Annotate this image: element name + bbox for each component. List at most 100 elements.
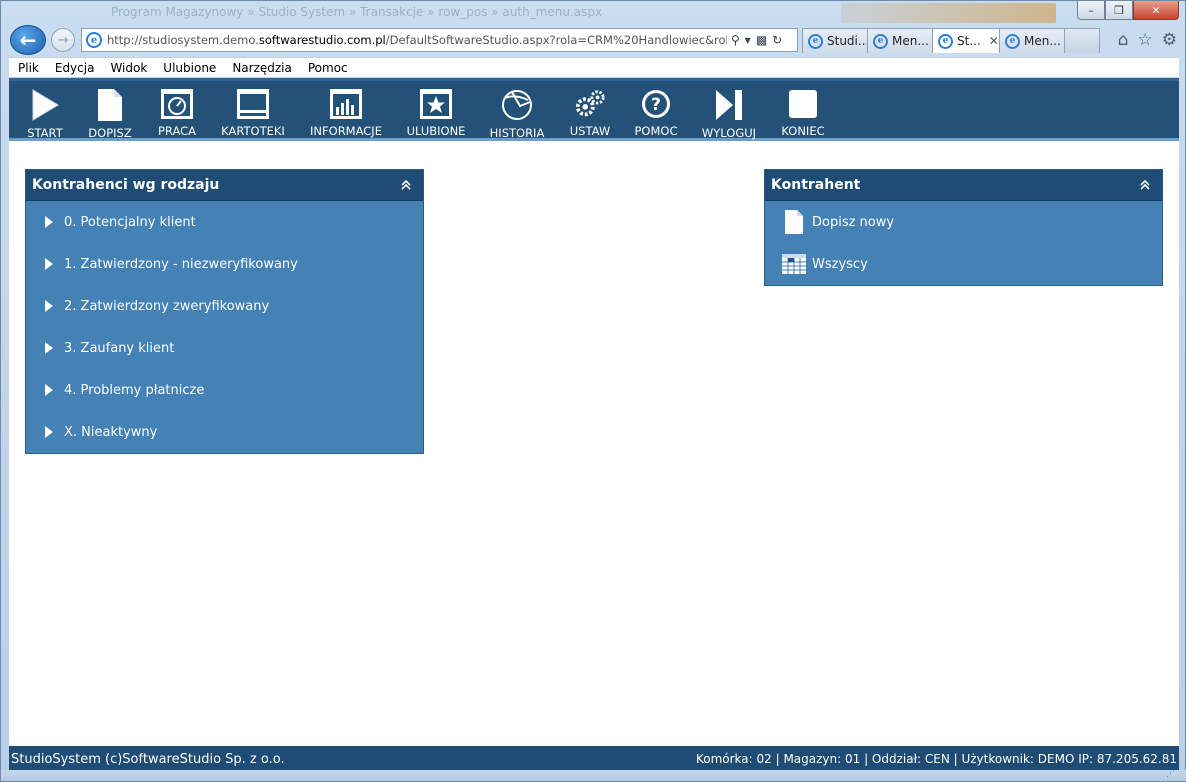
forward-button[interactable]: → (51, 28, 75, 52)
menu-narzedzia[interactable]: Narzędzia (232, 61, 292, 75)
gears-icon (573, 88, 607, 120)
collapse-icon[interactable] (1139, 179, 1151, 191)
informacje-button[interactable]: INFORMACJE (297, 81, 395, 138)
back-button[interactable]: ← (10, 25, 46, 55)
document-icon (93, 88, 127, 122)
dashboard-icon (160, 88, 194, 120)
home-icon[interactable]: ⌂ (1118, 30, 1129, 50)
wszyscy-label: Wszyscy (812, 256, 868, 272)
list-item-label: X. Nieaktywny (64, 424, 158, 440)
close-button[interactable]: ✕ (1133, 1, 1179, 20)
compat-view-icon[interactable]: ▩ (756, 33, 767, 47)
svg-text:?: ? (651, 95, 661, 115)
kontrahent-panel-header[interactable]: Kontrahent (765, 170, 1162, 201)
address-tools: ⚲ ▾ ▩ ↻ (731, 33, 782, 47)
historia-button[interactable]: HISTORIA (477, 81, 557, 140)
title-highlight (841, 3, 1056, 23)
tab-1[interactable]: e Studi... (802, 28, 868, 53)
tab-strip: e Studi... e Men... e St... ✕ e Men... (802, 28, 1100, 53)
refresh-icon[interactable]: ↻ (772, 33, 782, 47)
play-icon (28, 88, 62, 122)
list-item[interactable]: 1. Zatwierdzony - niezweryfikowany (26, 243, 423, 285)
dopisz-nowy-link[interactable]: Dopisz nowy (765, 201, 1162, 243)
historia-label: HISTORIA (489, 126, 545, 140)
ie-icon: e (873, 33, 888, 49)
url-suffix: /DefaultSoftwareStudio.aspx?rola=CRM%20H… (385, 33, 727, 47)
minimize-button[interactable]: – (1077, 1, 1105, 20)
history-icon (500, 88, 534, 122)
pomoc-button[interactable]: ? POMOC (623, 81, 689, 138)
menu-widok[interactable]: Widok (110, 61, 147, 75)
url-domain: softwarestudio.com.pl (258, 33, 386, 47)
ulubione-label: ULUBIONE (406, 124, 466, 138)
kontrahent-panel: Kontrahent Dopisz nowy Wszyscy (764, 169, 1163, 286)
menu-bar: Plik Edycja Widok Ulubione Narzędzia Pom… (9, 57, 1179, 78)
window-controls: – ❐ ✕ (1077, 1, 1179, 20)
browser-icons: ⌂ ☆ ⚙ (1118, 30, 1177, 50)
praca-button[interactable]: PRACA (145, 81, 209, 138)
list-item-label: 4. Problemy płatnicze (64, 382, 205, 398)
ulubione-button[interactable]: ULUBIONE (395, 81, 477, 138)
list-item[interactable]: X. Nieaktywny (26, 411, 423, 453)
menu-ulubione[interactable]: Ulubione (163, 61, 216, 75)
start-label: START (27, 126, 63, 140)
star-icon (419, 88, 453, 120)
wszyscy-link[interactable]: Wszyscy (765, 243, 1162, 285)
status-bar: StudioSystem (c)SoftwareStudio Sp. z o.o… (9, 746, 1179, 772)
url-prefix: http://studiosystem.demo. (107, 33, 259, 47)
tab-2[interactable]: e Men... (867, 28, 933, 53)
search-icon[interactable]: ⚲ (731, 33, 740, 47)
informacje-label: INFORMACJE (310, 124, 382, 138)
koniec-button[interactable]: KONIEC (769, 81, 837, 138)
triangle-right-icon (45, 216, 53, 228)
menu-edycja[interactable]: Edycja (55, 61, 95, 75)
list-item-label: 3. Zaufany klient (64, 340, 175, 356)
dopisz-label: DOPISZ (88, 126, 132, 140)
window-title: Program Magazynowy » Studio System » Tra… (111, 5, 603, 19)
stop-icon (786, 88, 820, 120)
help-icon: ? (639, 88, 673, 120)
window-icon (236, 88, 270, 120)
pomoc-label: POMOC (634, 124, 678, 138)
resize-grip-icon[interactable]: ⋰ (1166, 769, 1175, 779)
new-document-icon (781, 209, 807, 235)
kontrahenci-panel-header[interactable]: Kontrahenci wg rodzaju (26, 170, 423, 201)
start-button[interactable]: START (15, 81, 75, 140)
list-item[interactable]: 2. Zatwierdzony zweryfikowany (26, 285, 423, 327)
main-toolbar: START DOPISZ PRACA KARTOTEKI INFORMACJE … (9, 78, 1179, 141)
ustaw-button[interactable]: USTAW (557, 81, 623, 138)
address-url[interactable]: http://studiosystem.demo.softwarestudio.… (107, 33, 727, 47)
dopisz-button[interactable]: DOPISZ (75, 81, 145, 140)
triangle-right-icon (45, 342, 53, 354)
maximize-button[interactable]: ❐ (1105, 1, 1133, 20)
list-item-label: 1. Zatwierdzony - niezweryfikowany (64, 256, 298, 272)
dropdown-icon[interactable]: ▾ (745, 33, 751, 47)
title-bar: Program Magazynowy » Studio System » Tra… (1, 1, 1185, 23)
wyloguj-button[interactable]: WYLOGUJ (689, 81, 769, 140)
menu-plik[interactable]: Plik (18, 61, 39, 75)
arrow-right-icon: → (57, 32, 69, 48)
page-content: START DOPISZ PRACA KARTOTEKI INFORMACJE … (9, 78, 1179, 772)
koniec-label: KONIEC (781, 124, 825, 138)
list-item[interactable]: 4. Problemy płatnicze (26, 369, 423, 411)
favorites-star-icon[interactable]: ☆ (1138, 30, 1153, 50)
list-item[interactable]: 3. Zaufany klient (26, 327, 423, 369)
collapse-icon[interactable] (400, 179, 412, 191)
list-item[interactable]: 0. Potencjalny klient (26, 201, 423, 243)
skip-icon (712, 88, 746, 122)
new-tab-button[interactable] (1064, 28, 1100, 53)
browser-window: Program Magazynowy » Studio System » Tra… (0, 0, 1186, 782)
tab-close-icon[interactable]: ✕ (989, 34, 999, 48)
kartoteki-button[interactable]: KARTOTEKI (209, 81, 297, 138)
triangle-right-icon (45, 426, 53, 438)
kartoteki-label: KARTOTEKI (221, 124, 285, 138)
menu-pomoc[interactable]: Pomoc (308, 61, 348, 75)
bar-chart-icon (329, 88, 363, 120)
tab-3-active[interactable]: e St... ✕ (932, 28, 1000, 53)
address-bar[interactable]: e http://studiosystem.demo.softwarestudi… (81, 28, 798, 52)
ie-icon: e (808, 33, 823, 49)
tab-4[interactable]: e Men... (999, 28, 1065, 53)
ustaw-label: USTAW (569, 124, 611, 138)
panel-title: Kontrahent (771, 177, 861, 193)
settings-gear-icon[interactable]: ⚙ (1162, 30, 1177, 50)
